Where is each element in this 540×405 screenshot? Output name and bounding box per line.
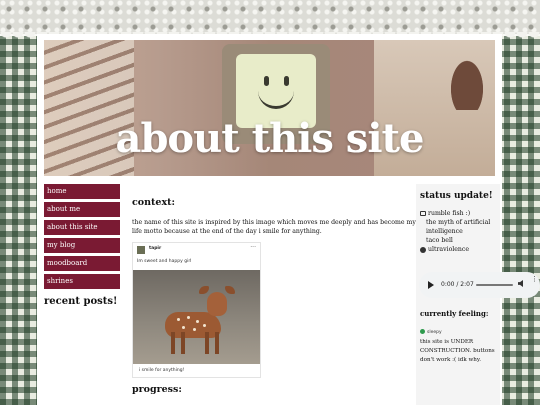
fawn-head xyxy=(207,292,227,316)
mood-label: sleepy xyxy=(427,330,442,335)
status-line-watching: rumble fish :) xyxy=(420,209,496,218)
fawn-ear xyxy=(225,286,235,294)
status-text: ultraviolence xyxy=(428,246,470,253)
audio-seek-bar[interactable] xyxy=(476,284,513,286)
fawn-ear xyxy=(199,286,209,294)
more-options-icon[interactable]: ··· xyxy=(250,244,256,251)
smiley-eye-left xyxy=(264,76,269,86)
fawn-leg xyxy=(171,332,175,354)
nav-item-shrines[interactable]: shrines xyxy=(44,274,120,289)
fawn-spot xyxy=(187,316,190,319)
status-text: the myth of artificial intelligence xyxy=(426,219,491,235)
header-banner: about this site xyxy=(44,40,495,176)
recent-posts-heading: recent posts! xyxy=(44,296,118,307)
nav-item-about-this-site[interactable]: about this site xyxy=(44,220,120,235)
status-line-listening: ultraviolence xyxy=(420,245,496,254)
nav-item-moodboard[interactable]: moodboard xyxy=(44,256,120,271)
smiley-mouth xyxy=(258,88,294,109)
fawn-spot xyxy=(177,318,180,321)
banner-plant xyxy=(439,40,495,110)
smiley-eye-right xyxy=(284,76,289,86)
nav-item-about-me[interactable]: about me xyxy=(44,202,120,217)
progress-heading: progress: xyxy=(132,384,182,395)
fawn-spot xyxy=(196,320,199,323)
context-text: the name of this site is inspired by thi… xyxy=(132,219,416,235)
fawn-leg xyxy=(215,332,219,354)
page-title: about this site xyxy=(115,115,425,162)
embedded-post: tapir ··· Im sweet and happy girl i smil… xyxy=(132,242,261,378)
fawn-leg xyxy=(205,332,209,354)
status-text: rumble fish :) xyxy=(428,210,471,217)
fawn-image xyxy=(133,270,260,364)
mood-dot-icon xyxy=(420,329,425,334)
post-username[interactable]: tapir xyxy=(149,246,161,251)
fawn-spot xyxy=(203,324,206,327)
context-heading: context: xyxy=(132,197,176,208)
nav-item-my-blog[interactable]: my blog xyxy=(44,238,120,253)
tv-icon xyxy=(420,211,426,216)
left-sidebar: home about me about this site my blog mo… xyxy=(44,184,120,307)
volume-icon[interactable] xyxy=(518,280,523,287)
lace-border xyxy=(0,0,540,36)
fawn-spot xyxy=(182,326,185,329)
main-content: context: the name of this site is inspir… xyxy=(132,197,417,395)
post-header: tapir ··· xyxy=(133,243,260,257)
avatar xyxy=(137,246,145,254)
audio-player[interactable]: 0:00 / 2:07 ⋮ xyxy=(419,272,540,298)
audio-time: 0:00 / 2:07 xyxy=(441,281,474,288)
nav-item-home[interactable]: home xyxy=(44,184,120,199)
fawn-spot xyxy=(193,328,196,331)
vinyl-icon xyxy=(420,246,426,253)
feeling-heading: currently feeling: xyxy=(420,309,489,318)
status-line-reading: the myth of artificial intelligence xyxy=(420,218,496,236)
play-icon[interactable] xyxy=(428,281,434,289)
post-text: Im sweet and happy girl xyxy=(137,259,192,264)
status-text: taco bell xyxy=(426,237,453,244)
status-line-eating: taco bell xyxy=(420,236,496,245)
fawn-leg xyxy=(181,332,185,354)
more-options-icon[interactable]: ⋮ xyxy=(531,276,538,283)
post-caption: i smile for anything! xyxy=(139,368,185,373)
mood-badge: sleepy xyxy=(420,329,442,335)
feeling-text: this site is UNDER CONSTRUCTION. buttons… xyxy=(420,339,495,363)
status-heading: status update! xyxy=(420,191,493,201)
